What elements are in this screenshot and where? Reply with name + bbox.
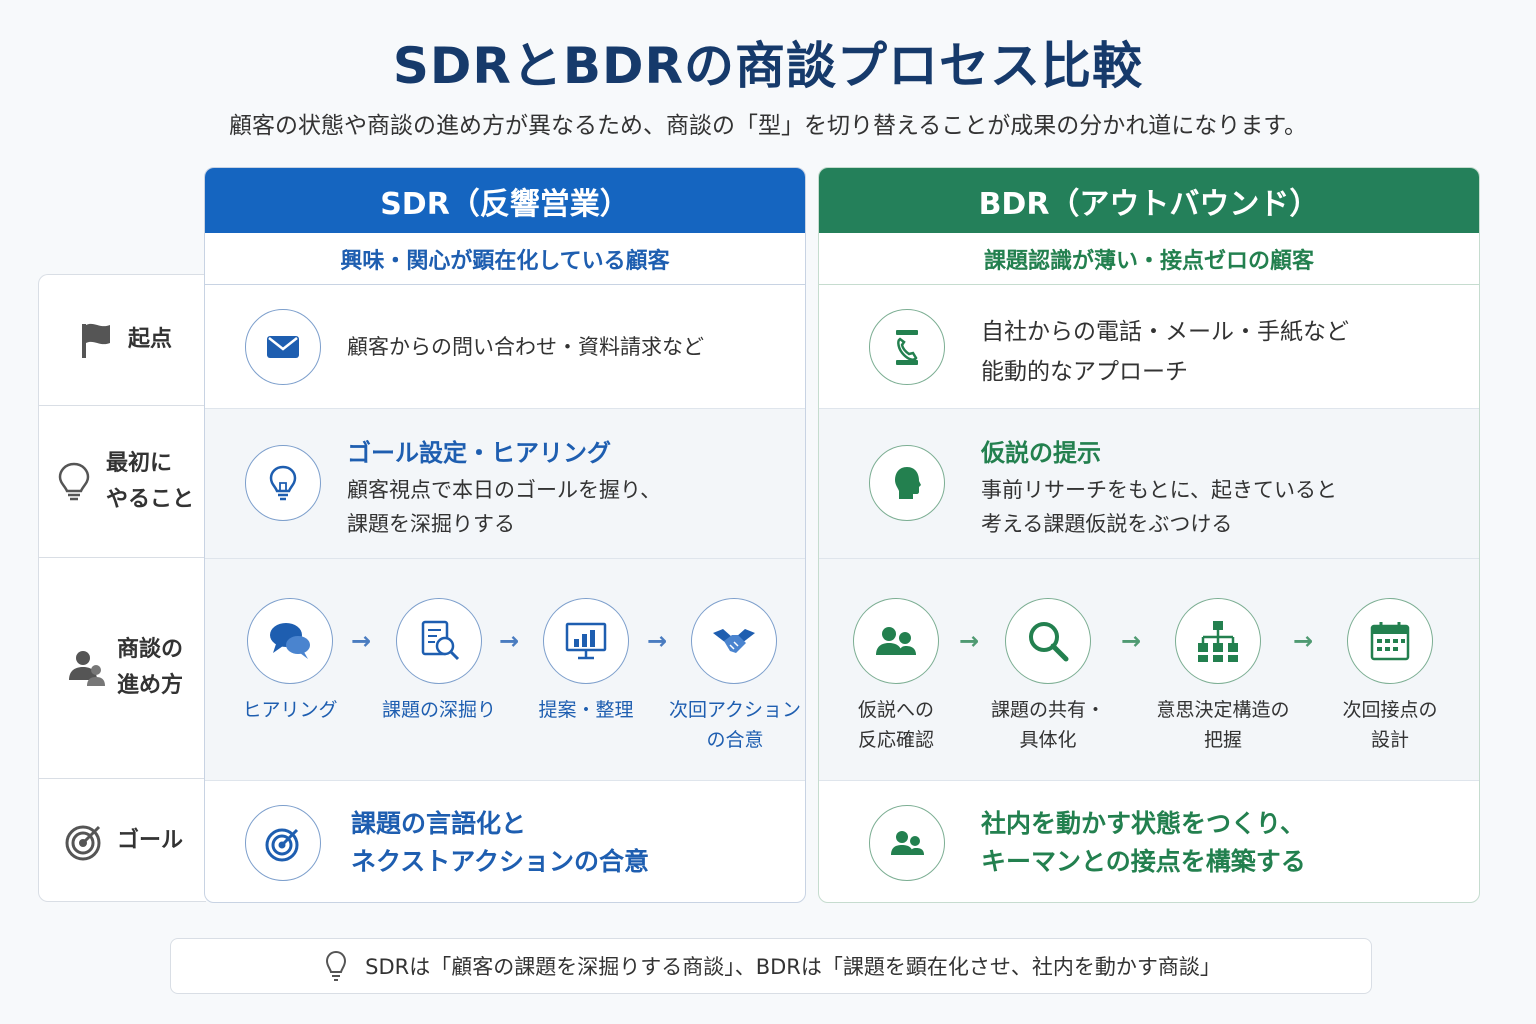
row-label-start: 起点 xyxy=(39,275,207,406)
sdr-start-icon-circle xyxy=(245,309,321,385)
phone-icon xyxy=(896,330,918,365)
bdr-header: BDR（アウトバウンド） xyxy=(819,168,1479,233)
sdr-step-4-label: 次回アクション の合意 xyxy=(668,699,802,751)
sdr-panel: SDR（反響営業） 興味・関心が顕在化している顧客 顧客からの問い合わせ・資料請… xyxy=(204,167,806,903)
bdr-step-2-label: 課題の共有・ 具体化 xyxy=(990,699,1105,751)
sdr-step-2 xyxy=(396,598,482,684)
sdr-subheader: 興味・関心が顕在化している顧客 xyxy=(205,233,805,285)
lightbulb-icon xyxy=(58,462,90,500)
bdr-arrow-1: → xyxy=(959,627,980,655)
row-label-column: 起点 最初に やること 商談の 進め方 ゴール xyxy=(38,274,207,903)
sdr-first-heading: ゴール設定・ヒアリング xyxy=(347,439,611,467)
envelope-icon xyxy=(267,336,299,358)
row-label-text: ゴール xyxy=(116,828,183,853)
bdr-step-3 xyxy=(1175,598,1261,684)
bdr-goal-text: 社内を動かす状態をつくり、 キーマンとの接点を構築する xyxy=(981,809,1306,876)
row-label-text: 起点 xyxy=(127,327,172,352)
head-silhouette-icon xyxy=(895,467,921,499)
page-title: SDRとBDRの商談プロセス比較 xyxy=(392,37,1144,95)
document-search-icon xyxy=(421,620,460,661)
sdr-goal-icon-circle xyxy=(245,805,321,881)
summary-footer: SDRは「顧客の課題を深掘りする商談」、BDRは「課題を顕在化させ、社内を動かす… xyxy=(170,938,1372,994)
sdr-arrow-1: → xyxy=(351,627,372,655)
bdr-process-row: 仮説への 反応確認 → 課題の共有・ 具体化 → 意思決定構造の 把握 → 次回… xyxy=(819,559,1479,781)
users-icon xyxy=(876,627,916,655)
bdr-start-text: 自社からの電話・メール・手紙など 能動的なアプローチ xyxy=(981,319,1349,385)
bdr-step-3-label: 意思決定構造の 把握 xyxy=(1156,699,1290,751)
bdr-start-icon-circle xyxy=(869,309,945,385)
bdr-step-4 xyxy=(1347,598,1433,684)
lightbulb-icon xyxy=(326,950,347,981)
sdr-first-icon-circle xyxy=(245,445,321,521)
summary-text: SDRは「顧客の課題を深掘りする商談」、BDRは「課題を顕在化させ、社内を動かす… xyxy=(365,955,1221,979)
handshake-icon xyxy=(713,629,755,653)
row-label-goal: ゴール xyxy=(39,779,207,903)
sdr-start-text: 顧客からの問い合わせ・資料請求など xyxy=(347,335,704,359)
sdr-step-1-label: ヒアリング xyxy=(242,699,338,721)
presentation-chart-icon xyxy=(565,622,607,660)
bdr-subheader: 課題認識が薄い・接点ゼロの顧客 xyxy=(819,233,1479,285)
sdr-header: SDR（反響営業） xyxy=(205,168,805,233)
sdr-first-row: ゴール設定・ヒアリング 顧客視点で本日のゴールを握り、 課題を深掘りする xyxy=(205,409,805,559)
sdr-process-row: ヒアリング → 課題の深掘り → 提案・整理 → 次回アクション の合意 xyxy=(205,559,805,781)
org-chart-icon xyxy=(1198,621,1238,662)
sdr-goal-text: 課題の言語化と ネクストアクションの合意 xyxy=(351,809,650,876)
magnifier-icon xyxy=(1029,622,1069,662)
bdr-first-icon-circle xyxy=(869,445,945,521)
sdr-step-1 xyxy=(247,598,333,684)
sdr-start-row: 顧客からの問い合わせ・資料請求など xyxy=(205,285,805,409)
bdr-arrow-2: → xyxy=(1121,627,1142,655)
bdr-first-text: 事前リサーチをもとに、起きていると 考える課題仮説をぶつける xyxy=(981,478,1337,536)
sdr-arrow-2: → xyxy=(499,627,520,655)
bdr-panel: BDR（アウトバウンド） 課題認識が薄い・接点ゼロの顧客 自社からの電話・メール… xyxy=(818,167,1480,903)
users-icon xyxy=(891,831,924,855)
row-label-text: 最初に やること xyxy=(105,450,194,512)
sdr-step-3 xyxy=(543,598,629,684)
calendar-icon xyxy=(1370,622,1410,661)
bdr-step-1 xyxy=(853,598,939,684)
chat-bubbles-icon xyxy=(270,623,310,659)
people-icon xyxy=(68,651,105,686)
flag-icon xyxy=(81,323,110,358)
row-label-first: 最初に やること xyxy=(39,406,207,558)
bdr-first-row: 仮説の提示 事前リサーチをもとに、起きていると 考える課題仮説をぶつける xyxy=(819,409,1479,559)
bdr-start-row: 自社からの電話・メール・手紙など 能動的なアプローチ xyxy=(819,285,1479,409)
sdr-step-3-label: 提案・整理 xyxy=(538,699,634,721)
bdr-goal-icon-circle xyxy=(869,805,945,881)
lightbulb-icon xyxy=(269,465,297,501)
bdr-goal-row: 社内を動かす状態をつくり、 キーマンとの接点を構築する xyxy=(819,781,1479,902)
sdr-step-2-label: 課題の深掘り xyxy=(381,699,496,721)
sdr-step-4 xyxy=(691,598,777,684)
sdr-arrow-3: → xyxy=(647,627,668,655)
bdr-arrow-3: → xyxy=(1293,627,1314,655)
row-label-text: 商談の 進め方 xyxy=(116,637,183,698)
page-subtitle: 顧客の状態や商談の進め方が異なるため、商談の「型」を切り替えることが成果の分かれ… xyxy=(228,113,1307,139)
bdr-step-2 xyxy=(1005,598,1091,684)
sdr-first-text: 顧客視点で本日のゴールを握り、 課題を深掘りする xyxy=(347,478,662,536)
bdr-first-heading: 仮説の提示 xyxy=(981,439,1101,467)
bdr-step-1-label: 仮説への 反応確認 xyxy=(857,699,934,751)
row-label-process: 商談の 進め方 xyxy=(39,558,207,779)
sdr-goal-row: 課題の言語化と ネクストアクションの合意 xyxy=(205,781,805,902)
target-icon xyxy=(65,825,101,861)
target-icon xyxy=(265,828,299,862)
bdr-step-4-label: 次回接点の 設計 xyxy=(1342,699,1438,751)
